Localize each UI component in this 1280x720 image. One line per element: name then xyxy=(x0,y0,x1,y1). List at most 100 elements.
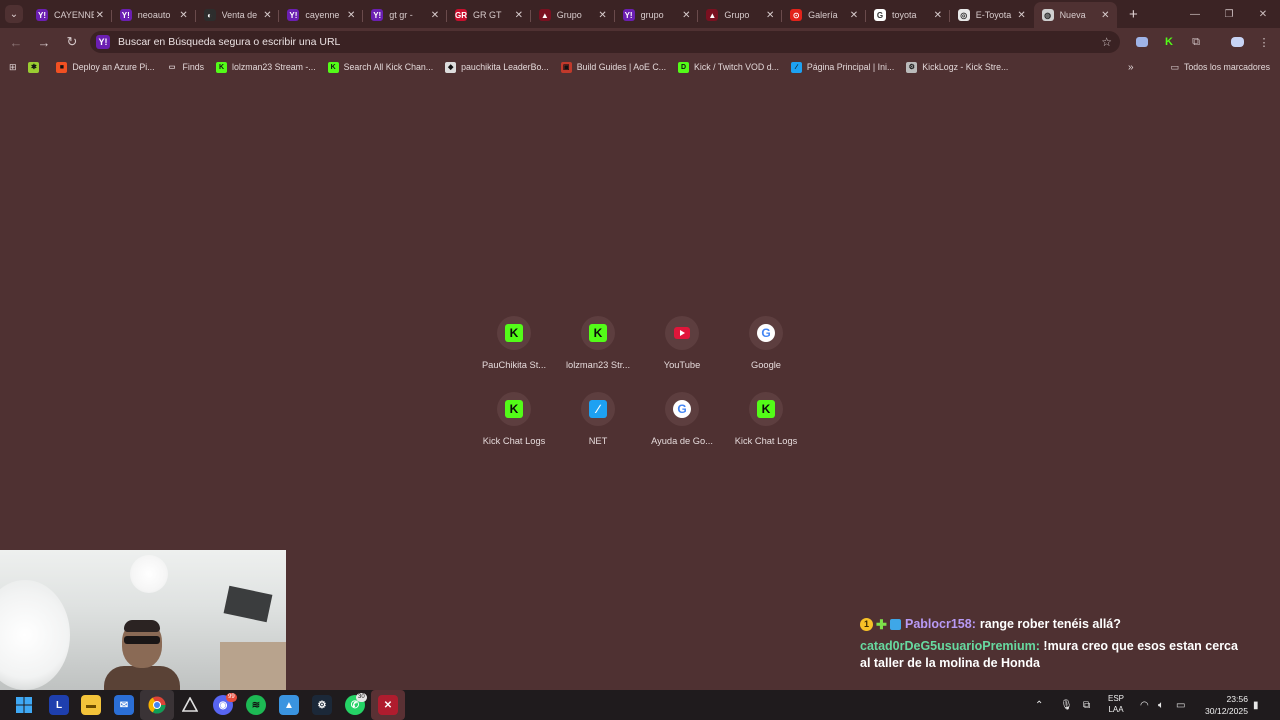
browser-tab[interactable]: ◎ E-Toyota ✕ xyxy=(950,2,1034,28)
tray-chevron-up-icon[interactable]: ⌃ xyxy=(1035,690,1043,720)
shortcut-tile[interactable]: G Ayuda de Go... xyxy=(640,392,724,456)
net-icon: ∕ xyxy=(589,400,607,418)
browser-tab[interactable]: Y! gt gr - ✕ xyxy=(363,2,447,28)
bookmark-item[interactable]: ⚙ KickLogz - Kick Stre... xyxy=(900,56,1014,78)
bookmark-item[interactable]: ◆ pauchikita LeaderBo... xyxy=(439,56,555,78)
browser-tab[interactable]: Gtoyota ✕ xyxy=(866,2,950,28)
unity-icon[interactable] xyxy=(180,695,200,715)
close-tab-icon[interactable]: ✕ xyxy=(513,10,525,21)
volume-icon[interactable]: 🔈︎ xyxy=(1158,690,1164,720)
reload-button[interactable]: ↻ xyxy=(58,28,86,56)
browser-tab[interactable]: GR GR GT ✕ xyxy=(447,2,531,28)
close-tab-icon[interactable]: ✕ xyxy=(597,10,609,21)
chrome-icon[interactable] xyxy=(147,695,167,715)
bookmark-item[interactable]: ▭ Finds xyxy=(161,56,211,78)
shortcut-tile[interactable]: K Kick Chat Logs xyxy=(472,392,556,456)
bookmark-item[interactable]: K Search All Kick Chan... xyxy=(322,56,439,78)
browser-tab[interactable]: Y! cayenne ✕ xyxy=(279,2,364,28)
browser-tab[interactable]: ⊙ Galería ✕ xyxy=(782,2,866,28)
shortcut-tile[interactable]: ∕ NET xyxy=(556,392,640,456)
tab-search-button[interactable]: ⌄ xyxy=(0,0,28,28)
apps-grid-icon[interactable]: ⊞ xyxy=(0,56,22,78)
close-tab-icon[interactable]: ✕ xyxy=(1099,10,1111,21)
file-explorer-icon[interactable]: ▬ xyxy=(81,695,101,715)
restore-icon[interactable]: ❐ xyxy=(1212,0,1246,28)
close-window-icon[interactable]: ✕ xyxy=(1246,0,1280,28)
profile-avatar-icon[interactable] xyxy=(1223,28,1251,56)
shortcut-label: PauChikita St... xyxy=(481,360,547,370)
mail-icon[interactable]: ✉ xyxy=(114,695,134,715)
notification-icon[interactable]: ▮ xyxy=(1253,690,1259,720)
browser-tab[interactable]: ▲ Grupo ✕ xyxy=(531,2,615,28)
browser-tab[interactable]: Y! neoauto ✕ xyxy=(112,2,196,28)
bookmark-item[interactable]: D Kick / Twitch VOD d... xyxy=(672,56,785,78)
browser-tab[interactable]: ◍ Nueva ✕ xyxy=(1033,2,1118,28)
tab-title: Grupo xyxy=(556,10,582,20)
all-bookmarks-button[interactable]: ▭ Todos los marcadores xyxy=(1171,56,1270,78)
shortcut-tile[interactable]: K Kick Chat Logs xyxy=(724,392,808,456)
taskbar: L ▬ ✉ ◉ 99 ≋ ▲ ⚙ ✆ 30 ✕ ⌃ 🎙︎ ⧉ ESP LAA ◠… xyxy=(0,690,1280,720)
bookmark-item[interactable]: ∕ Página Principal | Ini... xyxy=(785,56,900,78)
photos-icon[interactable]: ▲ xyxy=(279,695,299,715)
close-tab-icon[interactable]: ✕ xyxy=(345,10,357,21)
kick-icon: K xyxy=(589,324,607,342)
close-tab-icon[interactable]: ✕ xyxy=(94,10,106,21)
forward-button[interactable]: → xyxy=(30,28,58,56)
close-tab-icon[interactable]: ✕ xyxy=(429,10,441,21)
bookmark-item[interactable]: ✱ xyxy=(22,56,50,78)
tab-title: neoauto xyxy=(137,10,171,20)
language-code: ESP xyxy=(1108,694,1125,703)
minimize-icon[interactable]: — xyxy=(1178,0,1212,28)
browser-tab[interactable]: ◐ Venta de ✕ xyxy=(196,2,280,28)
more-bookmarks-chevron-icon[interactable]: » xyxy=(1128,56,1134,78)
extension-icon[interactable] xyxy=(1128,28,1156,56)
close-tab-icon[interactable]: ✕ xyxy=(1016,10,1028,21)
shortcut-label: Ayuda de Go... xyxy=(651,436,713,446)
steam-icon[interactable]: ⚙ xyxy=(312,695,332,715)
device-icon[interactable]: ⧉ xyxy=(1083,690,1090,720)
shortcut-tile[interactable]: YouTube xyxy=(640,316,724,380)
bookmark-favicon-icon: ◆ xyxy=(445,61,457,73)
all-bookmarks-label: Todos los marcadores xyxy=(1183,62,1270,72)
close-tab-icon[interactable]: ✕ xyxy=(764,10,776,21)
chat-username: Pablocr158: xyxy=(905,617,976,631)
bookmark-star-icon[interactable]: ☆ xyxy=(1101,35,1112,49)
bookmark-favicon-icon: ⚙ xyxy=(906,61,918,73)
windows-start-icon[interactable] xyxy=(14,695,34,715)
battery-icon[interactable]: ▭ xyxy=(1176,690,1185,720)
puzzle-icon[interactable]: ⧉ xyxy=(1182,28,1210,56)
bookmark-item[interactable]: Klolzman23 Stream -... xyxy=(210,56,322,78)
close-tab-icon[interactable]: ✕ xyxy=(848,10,860,21)
address-bar[interactable]: Y! Buscar en Búsqueda segura o escribir … xyxy=(90,31,1120,53)
bookmark-item[interactable]: ▣ Build Guides | AoE C... xyxy=(555,56,672,78)
close-tab-icon[interactable]: ✕ xyxy=(178,10,190,21)
address-placeholder: Buscar en Búsqueda segura o escribir una… xyxy=(118,36,341,48)
spotify-icon[interactable]: ≋ xyxy=(246,695,266,715)
dota-icon[interactable]: ✕ xyxy=(378,695,398,715)
browser-tab[interactable]: ▲ Grupo ✕ xyxy=(698,2,783,28)
language-indicator[interactable]: ESP LAA xyxy=(1108,693,1124,715)
new-tab-button[interactable]: + xyxy=(1121,2,1145,26)
kick-extension-icon[interactable]: K xyxy=(1155,28,1183,56)
back-button[interactable]: ← xyxy=(2,28,30,56)
more-menu-icon[interactable]: ⋮ xyxy=(1250,28,1278,56)
whatsapp-badge: 30 xyxy=(356,693,367,702)
microphone-icon[interactable]: 🎙︎ xyxy=(1060,690,1073,720)
close-tab-icon[interactable]: ✕ xyxy=(261,10,273,21)
bookmark-label: Finds xyxy=(182,62,205,72)
tab-favicon-icon: ◎ xyxy=(957,9,970,21)
launcher-l-icon[interactable]: L xyxy=(49,695,69,715)
clock[interactable]: 23:56 30/12/2025 xyxy=(1205,693,1248,717)
browser-tab[interactable]: Y! CAYENNE ✕ xyxy=(28,2,112,28)
close-tab-icon[interactable]: ✕ xyxy=(932,10,944,21)
wifi-icon[interactable]: ◠ xyxy=(1140,690,1149,720)
shortcut-tile[interactable]: G Google xyxy=(724,316,808,380)
shortcut-tile[interactable]: Klolzman23 Str... xyxy=(556,316,640,380)
tab-favicon-icon: Y! xyxy=(371,9,384,21)
close-tab-icon[interactable]: ✕ xyxy=(680,10,692,21)
shortcut-tile[interactable]: K PauChikita St... xyxy=(472,316,556,380)
bookmark-label: pauchikita LeaderBo... xyxy=(461,62,549,72)
bookmark-favicon-icon: K xyxy=(216,61,228,73)
bookmark-item[interactable]: ■ Deploy an Azure Pi... xyxy=(50,56,160,78)
browser-tab[interactable]: Y! grupo ✕ xyxy=(615,2,699,28)
